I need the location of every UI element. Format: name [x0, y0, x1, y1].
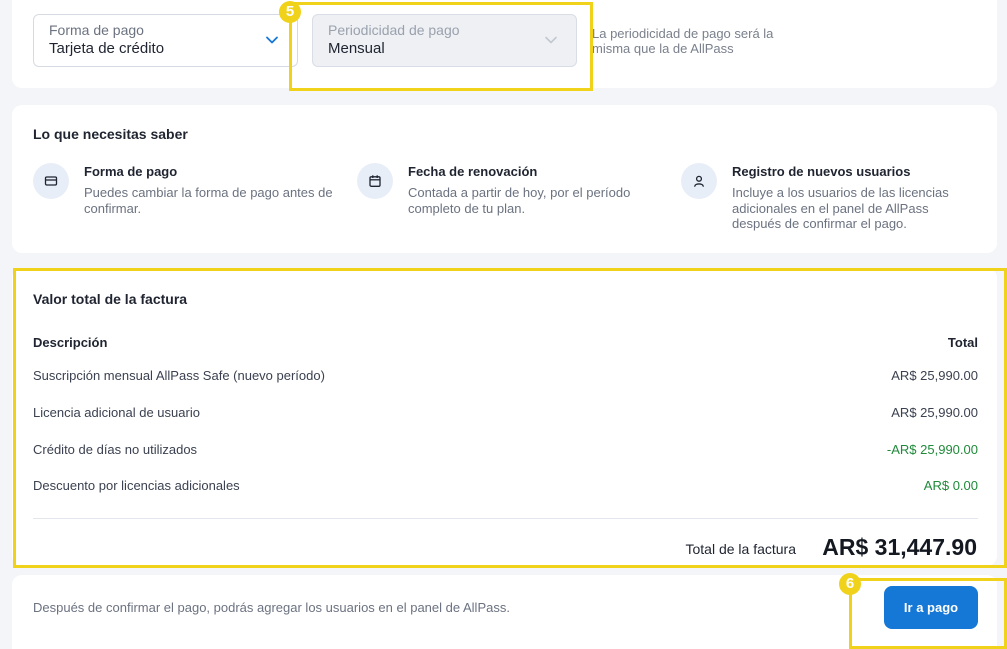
- footer-note: Después de confirmar el pago, podrás agr…: [33, 600, 510, 615]
- payment-period-value: Mensual: [328, 40, 385, 57]
- info-item-title: Forma de pago: [84, 164, 178, 179]
- invoice-divider: [33, 518, 978, 519]
- payment-period-note: La periodicidad de pago será la misma qu…: [592, 26, 774, 56]
- invoice-row-amount: -AR$ 25,990.00: [886, 442, 978, 457]
- info-card: Lo que necesitas saber Forma de pago Pue…: [12, 105, 997, 253]
- credit-card-icon: [33, 163, 69, 199]
- payment-method-value: Tarjeta de crédito: [49, 40, 165, 57]
- chevron-down-icon: [266, 36, 278, 44]
- chevron-down-icon: [545, 36, 557, 44]
- invoice-row-desc: Licencia adicional de usuario: [33, 405, 200, 420]
- invoice-title: Valor total de la factura: [33, 291, 188, 307]
- invoice-total-label: Total de la factura: [685, 541, 796, 557]
- info-item-desc: Puedes cambiar la forma de pago antes de…: [84, 185, 333, 216]
- invoice-total-amount: AR$ 31,447.90: [822, 534, 977, 560]
- column-header-description: Descripción: [33, 335, 108, 350]
- user-icon: [681, 163, 717, 199]
- step-marker-5: 5: [279, 1, 301, 23]
- invoice-row-amount: AR$ 25,990.00: [891, 405, 978, 420]
- calendar-icon: [357, 163, 393, 199]
- payment-method-select[interactable]: Forma de pago Tarjeta de crédito: [33, 14, 298, 67]
- info-item-desc: Incluye a los usuarios de las licencias …: [732, 185, 949, 231]
- info-title: Lo que necesitas saber: [33, 126, 188, 142]
- payment-method-label: Forma de pago: [49, 22, 144, 38]
- payment-period-label: Periodicidad de pago: [328, 22, 460, 38]
- step-marker-6: 6: [839, 573, 861, 595]
- invoice-card: Valor total de la factura Descripción To…: [12, 268, 997, 566]
- info-item-title: Fecha de renovación: [408, 164, 538, 179]
- info-item-desc: Contada a partir de hoy, por el período …: [408, 185, 631, 216]
- invoice-row-amount: AR$ 25,990.00: [891, 368, 978, 383]
- go-to-payment-button[interactable]: Ir a pago: [884, 586, 978, 629]
- invoice-row-desc: Crédito de días no utilizados: [33, 442, 198, 457]
- invoice-row-desc: Suscripción mensual AllPass Safe (nuevo …: [33, 368, 325, 383]
- invoice-row-amount: AR$ 0.00: [923, 478, 978, 493]
- invoice-row-desc: Descuento por licencias adicionales: [33, 478, 240, 493]
- column-header-total: Total: [947, 335, 978, 350]
- payment-period-select: Periodicidad de pago Mensual: [312, 14, 577, 67]
- info-item-title: Registro de nuevos usuarios: [732, 164, 911, 179]
